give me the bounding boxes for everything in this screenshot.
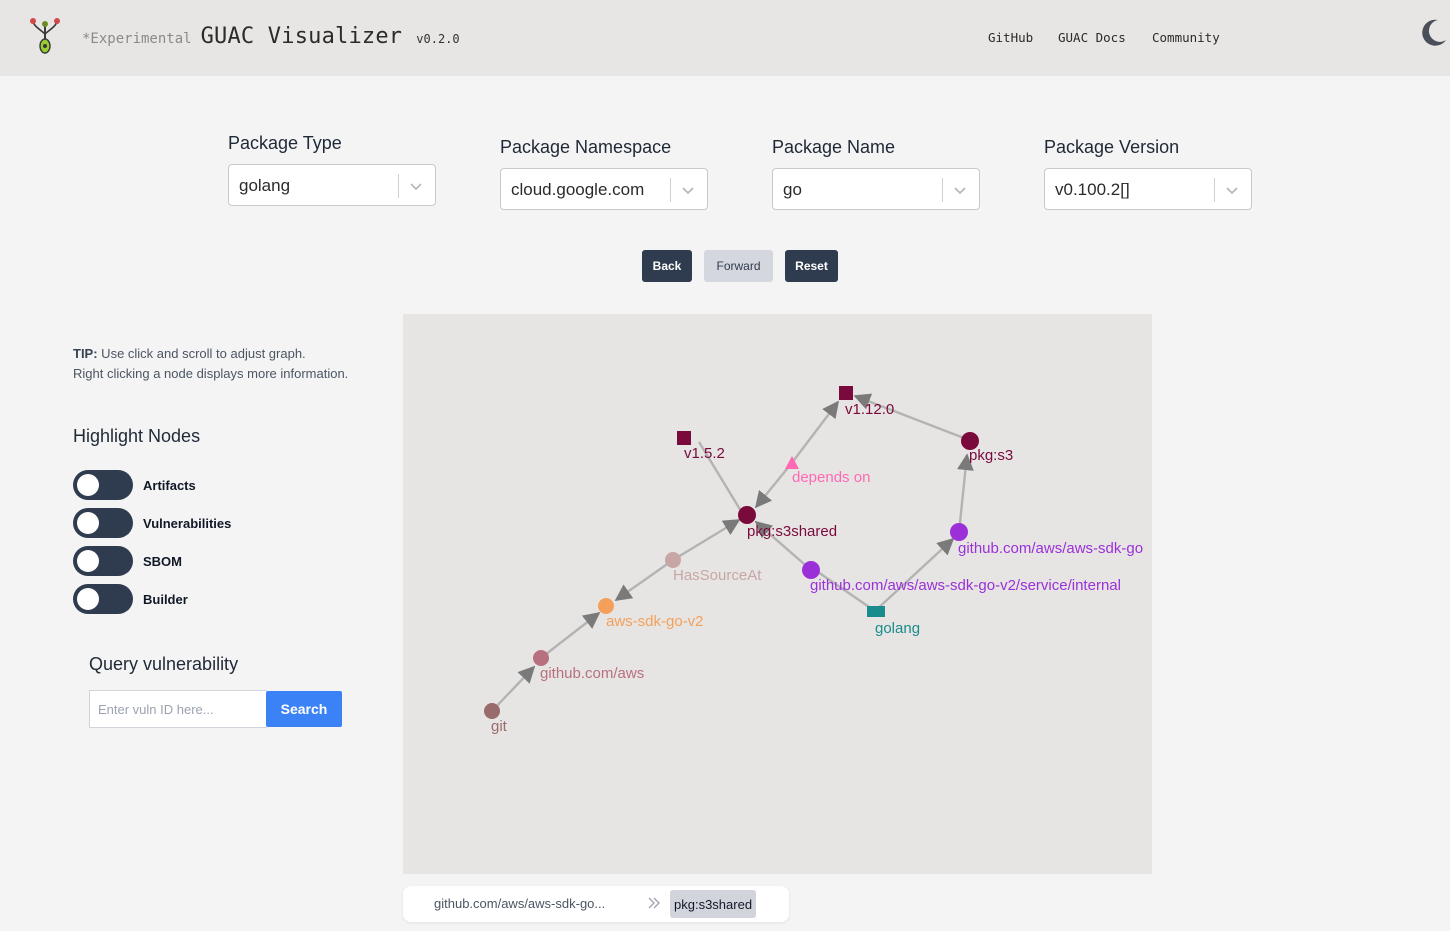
tip-bold: TIP: (73, 346, 98, 361)
highlight-nodes-title: Highlight Nodes (73, 426, 201, 446)
node-label-v1-12-0: v1.12.0 (845, 401, 894, 418)
package-version-value: v0.100.2[] (1055, 180, 1130, 199)
node-label-aws-sdk-go-v2-internal: github.com/aws/aws-sdk-go-v2/service/int… (810, 577, 1121, 594)
chevrons-right-icon (648, 897, 660, 909)
package-name-value: go (783, 180, 802, 199)
moon-icon[interactable] (1418, 18, 1448, 48)
app-version: v0.2.0 (416, 32, 460, 46)
node-label-depends-on: depends on (792, 469, 870, 486)
toggle-knob (77, 550, 99, 572)
node-github-aws-sdk-go[interactable] (950, 523, 968, 541)
vulnerabilities-toggle[interactable] (73, 508, 133, 538)
node-label-v1-5-2: v1.5.2 (684, 445, 725, 462)
toggle-knob (77, 588, 99, 610)
artifacts-toggle-label: Artifacts (143, 477, 196, 493)
node-v1-12-0[interactable] (839, 386, 853, 400)
node-golang[interactable] (867, 606, 885, 617)
graph-edge (957, 453, 974, 533)
toggle-row-builder: Builder (73, 584, 188, 614)
package-version-select[interactable]: v0.100.2[] (1044, 168, 1252, 210)
node-pkg-s3shared[interactable] (738, 506, 756, 524)
package-namespace-label: Package Namespace (500, 137, 672, 157)
node-aws-sdk-go-v2[interactable] (598, 598, 614, 614)
nav-community[interactable]: Community (1152, 30, 1220, 45)
search-button[interactable]: Search (266, 691, 342, 727)
tip-text: TIP: Use click and scroll to adjust grap… (73, 344, 348, 384)
node-has-source-at[interactable] (665, 552, 681, 568)
builder-toggle[interactable] (73, 584, 133, 614)
chevron-down-icon (1226, 187, 1238, 195)
breadcrumb-item-github-aws-sdk-go[interactable]: github.com/aws/aws-sdk-go... (434, 896, 605, 911)
select-separator (1214, 178, 1215, 202)
guac-logo-icon[interactable] (28, 16, 62, 56)
node-label-pkg-s3: pkg:s3 (969, 447, 1013, 464)
package-type-value: golang (239, 176, 291, 195)
sbom-toggle-label: SBOM (143, 553, 182, 569)
vulnerabilities-toggle-label: Vulnerabilities (143, 515, 232, 531)
node-label-git: git (491, 718, 508, 735)
breadcrumb-item-active[interactable]: pkg:s3shared (670, 890, 757, 918)
toggle-row-artifacts: Artifacts (73, 470, 196, 500)
package-namespace-select[interactable]: cloud.google.com (500, 168, 708, 210)
graph-edges (491, 393, 974, 712)
chevron-down-icon (954, 187, 966, 195)
node-label-github-aws-sdk-go: github.com/aws/aws-sdk-go (958, 540, 1143, 557)
graph-edge (874, 537, 955, 612)
select-separator (942, 178, 943, 202)
back-button[interactable]: Back (642, 250, 692, 282)
app-title-group: *Experimental GUAC Visualizer v0.2.0 (82, 24, 460, 49)
node-git[interactable] (484, 703, 500, 719)
tip-line-1: Use click and scroll to adjust graph. (97, 346, 306, 361)
graph-edge (614, 559, 674, 601)
node-label-github-aws: github.com/aws (540, 665, 644, 682)
node-label-has-source-at: HasSourceAt (673, 567, 762, 584)
package-type-label: Package Type (228, 133, 342, 153)
package-name-label: Package Name (772, 137, 896, 157)
toggle-row-sbom: SBOM (73, 546, 182, 576)
node-label-pkg-s3shared: pkg:s3shared (747, 523, 837, 540)
graph-edge (491, 665, 536, 712)
graph-edge (790, 400, 840, 465)
builder-toggle-label: Builder (143, 591, 188, 607)
select-separator (670, 178, 671, 202)
graph-edge (672, 518, 741, 562)
toggle-row-vulnerabilities: Vulnerabilities (73, 508, 231, 538)
tip-line-2: Right clicking a node displays more info… (73, 366, 349, 381)
vuln-id-input[interactable] (89, 690, 267, 728)
node-v1-5-2[interactable] (677, 431, 691, 445)
query-vulnerability-title: Query vulnerability (89, 654, 239, 674)
select-separator (398, 174, 399, 198)
package-version-label: Package Version (1044, 137, 1180, 157)
graph-svg[interactable]: v1.12.0 v1.5.2 pkg:s3 depends on pkg:s3s… (403, 314, 1152, 874)
dependency-graph-canvas[interactable]: v1.12.0 v1.5.2 pkg:s3 depends on pkg:s3s… (403, 314, 1152, 874)
node-github-aws[interactable] (533, 650, 549, 666)
node-label-aws-sdk-go-v2: aws-sdk-go-v2 (606, 613, 704, 630)
forward-button[interactable]: Forward (704, 250, 773, 282)
package-type-select[interactable]: golang (228, 164, 436, 206)
nav-github[interactable]: GitHub (988, 30, 1033, 45)
package-namespace-value: cloud.google.com (511, 180, 645, 199)
package-name-select[interactable]: go (772, 168, 980, 210)
node-label-golang: golang (875, 620, 920, 637)
toggle-knob (77, 512, 99, 534)
toggle-knob (77, 474, 99, 496)
experimental-label: *Experimental (82, 31, 192, 47)
chevron-down-icon (410, 183, 422, 191)
artifacts-toggle[interactable] (73, 470, 133, 500)
graph-edge (754, 463, 792, 509)
graph-edge (540, 611, 601, 659)
chevron-down-icon (682, 187, 694, 195)
reset-button[interactable]: Reset (785, 250, 838, 282)
nav-guac-docs[interactable]: GUAC Docs (1058, 30, 1126, 45)
app-header: *Experimental GUAC Visualizer v0.2.0 Git… (0, 0, 1450, 76)
sbom-toggle[interactable] (73, 546, 133, 576)
app-title: GUAC Visualizer (200, 24, 403, 49)
